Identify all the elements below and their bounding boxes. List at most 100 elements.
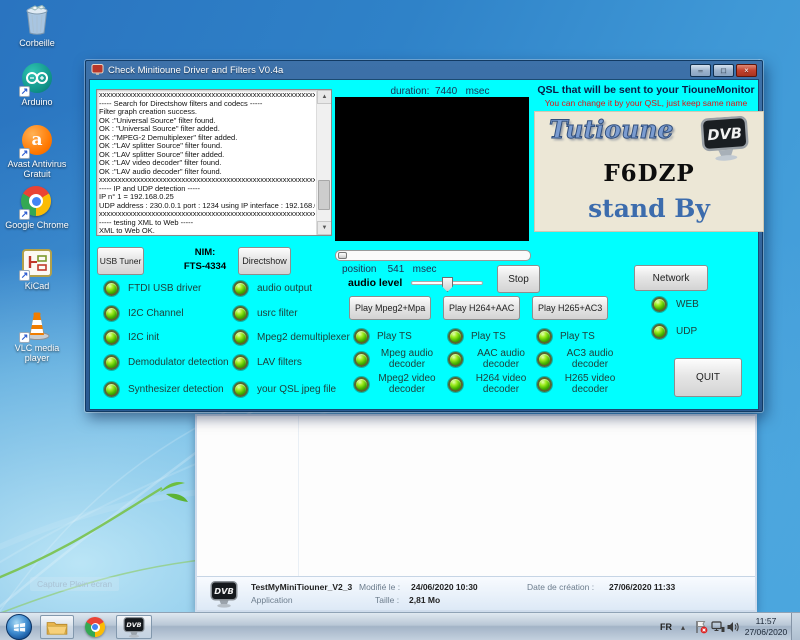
qsl-header: QSL that will be sent to your TiouneMoni… bbox=[528, 84, 764, 96]
taskbar-explorer-button[interactable] bbox=[40, 615, 74, 639]
log-textbox[interactable]: xxxxxxxxxxxxxxxxxxxxxxxxxxxxxxxxxxxxxxxx… bbox=[96, 89, 332, 236]
status-led bbox=[233, 382, 248, 397]
led-row: your QSL jpeg file bbox=[233, 382, 336, 397]
file-type: Application bbox=[251, 595, 293, 605]
desktop: Corbeille ↗ Arduino a ↗ Avast Antivirus … bbox=[0, 0, 800, 640]
desktop-icon-label: Arduino bbox=[4, 97, 70, 107]
position-slider[interactable] bbox=[335, 250, 531, 261]
directshow-button[interactable]: Directshow bbox=[238, 247, 291, 275]
status-led bbox=[104, 382, 119, 397]
status-led bbox=[354, 329, 369, 344]
shortcut-arrow-icon: ↗ bbox=[19, 148, 30, 159]
modified-label: Modifié le : bbox=[359, 582, 400, 592]
explorer-window: DVB TestMyMiniTiouner_V2_3 Modifié le : … bbox=[195, 414, 757, 612]
app-window: Check Minitioune Driver and Filters V0.4… bbox=[85, 60, 763, 412]
tray-speaker-icon[interactable] bbox=[726, 613, 740, 640]
qsl-brand: Tutioune bbox=[549, 115, 673, 144]
qsl-status: stand By bbox=[535, 194, 763, 223]
led-row: Mpeg2 demultiplexer bbox=[233, 330, 350, 345]
desktop-icon-chrome[interactable]: ↗ Google Chrome bbox=[4, 186, 70, 230]
led-row: Demodulator detection bbox=[104, 355, 229, 370]
taskbar-chrome-button[interactable] bbox=[78, 615, 112, 639]
led-row: LAV filters bbox=[233, 355, 302, 370]
close-button[interactable]: × bbox=[736, 64, 757, 77]
size-value: 2,81 Mo bbox=[409, 595, 440, 605]
status-led bbox=[448, 377, 463, 392]
quit-button[interactable]: QUIT bbox=[674, 358, 742, 397]
desktop-icon-label: KiCad bbox=[4, 281, 70, 291]
video-display bbox=[335, 97, 529, 241]
status-led bbox=[537, 329, 552, 344]
led-row: H265 video decoder bbox=[537, 373, 644, 395]
app-icon bbox=[91, 64, 104, 76]
dvb-logo-icon: DVB bbox=[698, 115, 753, 163]
status-led bbox=[233, 330, 248, 345]
avast-icon: a ↗ bbox=[21, 125, 53, 157]
audio-level-slider[interactable] bbox=[411, 281, 483, 285]
dvb-app-icon: DVB bbox=[122, 617, 146, 638]
network-button[interactable]: Network bbox=[634, 265, 708, 291]
svg-text:DVB: DVB bbox=[214, 586, 234, 596]
desktop-icon-kicad[interactable]: ↗ KiCad bbox=[4, 247, 70, 291]
status-led bbox=[448, 352, 463, 367]
log-scrollbar[interactable]: ▲ ▼ bbox=[316, 90, 331, 235]
kicad-icon: ↗ bbox=[21, 247, 53, 279]
shortcut-arrow-icon: ↗ bbox=[19, 332, 30, 343]
app-client-area: xxxxxxxxxxxxxxxxxxxxxxxxxxxxxxxxxxxxxxxx… bbox=[89, 79, 759, 410]
led-row: UDP bbox=[652, 324, 697, 339]
led-row: FTDI USB driver bbox=[104, 281, 201, 296]
svg-text:DVB: DVB bbox=[126, 620, 141, 628]
desktop-icon-avast[interactable]: a ↗ Avast Antivirus Gratuit bbox=[4, 124, 70, 179]
desktop-icon-vlc[interactable]: ↗ VLC media player bbox=[4, 309, 70, 363]
desktop-icon-label: Corbeille bbox=[4, 38, 70, 48]
show-desktop-button[interactable] bbox=[791, 613, 800, 640]
minimize-button[interactable]: – bbox=[690, 64, 711, 77]
desktop-icon-label: VLC media player bbox=[4, 343, 70, 363]
maximize-button[interactable]: □ bbox=[713, 64, 734, 77]
usb-tuner-button[interactable]: USB Tuner bbox=[97, 247, 144, 275]
status-led bbox=[652, 324, 667, 339]
audio-level-label: audio level bbox=[348, 277, 402, 289]
window-title: Check Minitioune Driver and Filters V0.4… bbox=[108, 65, 283, 76]
created-label: Date de création : bbox=[527, 582, 594, 592]
duration-readout: duration: 7440 msec bbox=[340, 86, 540, 97]
play-mpeg2-button[interactable]: Play Mpeg2+Mpa bbox=[349, 296, 431, 320]
size-label: Taille : bbox=[375, 595, 399, 605]
recycle-bin-icon bbox=[21, 4, 53, 36]
led-row: I2C Channel bbox=[104, 306, 184, 321]
play-h264-button[interactable]: Play H264+AAC bbox=[443, 296, 520, 320]
title-bar[interactable]: Check Minitioune Driver and Filters V0.4… bbox=[89, 61, 759, 79]
taskbar-clock[interactable]: 11:57 27/06/2020 bbox=[744, 616, 788, 638]
play-column-h265: Play H265+AC3 Play TS AC3 audio decoder … bbox=[532, 296, 644, 395]
file-name: TestMyMiniTiouner_V2_3 bbox=[251, 582, 352, 592]
status-led bbox=[233, 306, 248, 321]
modified-value: 24/06/2020 10:30 bbox=[411, 582, 478, 592]
led-row: I2C init bbox=[104, 330, 159, 345]
scroll-up-icon[interactable]: ▲ bbox=[317, 90, 332, 104]
scroll-down-icon[interactable]: ▼ bbox=[317, 221, 332, 235]
desktop-icon-arduino[interactable]: ↗ Arduino bbox=[4, 62, 70, 107]
arduino-icon: ↗ bbox=[21, 63, 53, 95]
status-led bbox=[354, 377, 369, 392]
explorer-details-pane: DVB TestMyMiniTiouner_V2_3 Modifié le : … bbox=[197, 576, 755, 610]
status-led bbox=[537, 352, 552, 367]
start-button[interactable] bbox=[6, 614, 32, 640]
svg-text:DVB: DVB bbox=[707, 125, 743, 144]
desktop-icon-recycle-bin[interactable]: Corbeille bbox=[4, 4, 70, 48]
audio-slider-thumb[interactable] bbox=[442, 277, 453, 292]
led-row: audio output bbox=[233, 281, 312, 296]
tray-network-icon[interactable] bbox=[711, 613, 725, 640]
led-row: WEB bbox=[652, 297, 699, 312]
position-slider-thumb[interactable] bbox=[338, 252, 347, 259]
dvb-file-icon: DVB bbox=[209, 581, 239, 608]
taskbar-dvb-app-button[interactable]: DVB bbox=[116, 615, 152, 639]
tray-action-center-icon[interactable] bbox=[694, 613, 708, 640]
tray-language[interactable]: FR bbox=[660, 613, 672, 640]
tray-chevron-icon[interactable]: ▴ bbox=[681, 613, 685, 640]
shortcut-arrow-icon: ↗ bbox=[19, 86, 30, 97]
scrollbar-thumb[interactable] bbox=[318, 180, 330, 210]
capture-overlay: Capture Plein écran bbox=[30, 577, 119, 591]
play-h265-button[interactable]: Play H265+AC3 bbox=[532, 296, 608, 320]
status-led bbox=[652, 297, 667, 312]
stop-button[interactable]: Stop bbox=[497, 265, 540, 293]
